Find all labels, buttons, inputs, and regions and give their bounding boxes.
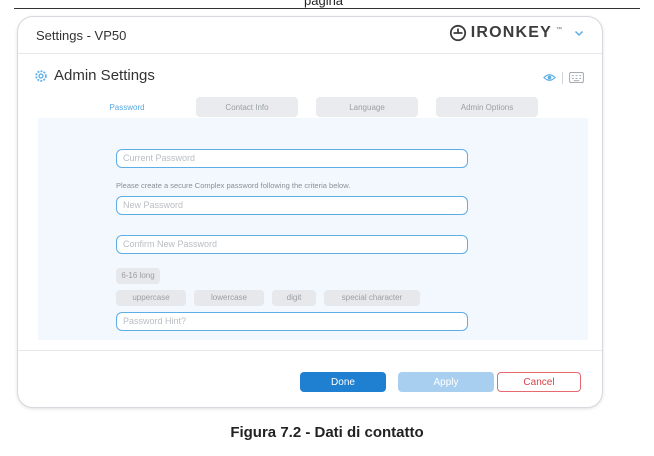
password-instructions: Please create a secure Complex password … xyxy=(116,181,351,190)
eye-icon[interactable] xyxy=(543,71,556,84)
section-title: Admin Settings xyxy=(54,67,155,84)
tab-admin-options[interactable]: Admin Options xyxy=(436,97,538,117)
page-label: pagina xyxy=(300,0,348,8)
title-bar: Settings - VP50 IRONKEY ™ xyxy=(18,17,602,54)
password-hint-field[interactable]: Password Hint? xyxy=(116,312,468,331)
criteria-uppercase-badge: uppercase xyxy=(116,290,186,306)
document-header: pagina xyxy=(0,0,654,10)
gear-icon xyxy=(35,69,47,82)
chevron-down-icon[interactable] xyxy=(574,28,584,38)
password-panel: Current Password Please create a secure … xyxy=(38,118,588,340)
header-tools xyxy=(543,71,584,84)
cancel-button[interactable]: Cancel xyxy=(497,372,581,392)
confirm-password-field[interactable]: Confirm New Password xyxy=(116,235,468,254)
tab-language[interactable]: Language xyxy=(316,97,418,117)
settings-tabs: Password Contact Info Language Admin Opt… xyxy=(76,97,538,117)
header-rule xyxy=(14,8,640,9)
criteria-length-badge: 6-16 long xyxy=(116,268,160,284)
criteria-digit-badge: digit xyxy=(272,290,316,306)
ironkey-logo-icon xyxy=(449,24,466,42)
window-title: Settings - VP50 xyxy=(36,28,127,43)
footer-divider xyxy=(18,350,602,351)
tools-divider xyxy=(562,71,563,84)
apply-button[interactable]: Apply xyxy=(398,372,494,392)
criteria-lowercase-badge: lowercase xyxy=(194,290,264,306)
current-password-field[interactable]: Current Password xyxy=(116,149,468,168)
tab-password[interactable]: Password xyxy=(76,97,178,117)
brand-trademark: ™ xyxy=(556,27,562,33)
done-button[interactable]: Done xyxy=(300,372,386,392)
section-header: Admin Settings xyxy=(34,67,155,84)
tab-contact-info[interactable]: Contact Info xyxy=(196,97,298,117)
figure-caption: Figura 7.2 - Dati di contatto xyxy=(230,424,424,441)
keyboard-icon[interactable] xyxy=(569,72,584,83)
criteria-special-character-badge: special character xyxy=(324,290,420,306)
new-password-field[interactable]: New Password xyxy=(116,196,468,215)
brand-name: IRONKEY xyxy=(470,24,552,41)
brand[interactable]: IRONKEY ™ xyxy=(449,24,584,42)
settings-window: Settings - VP50 IRONKEY ™ Admin Settings xyxy=(17,16,603,408)
